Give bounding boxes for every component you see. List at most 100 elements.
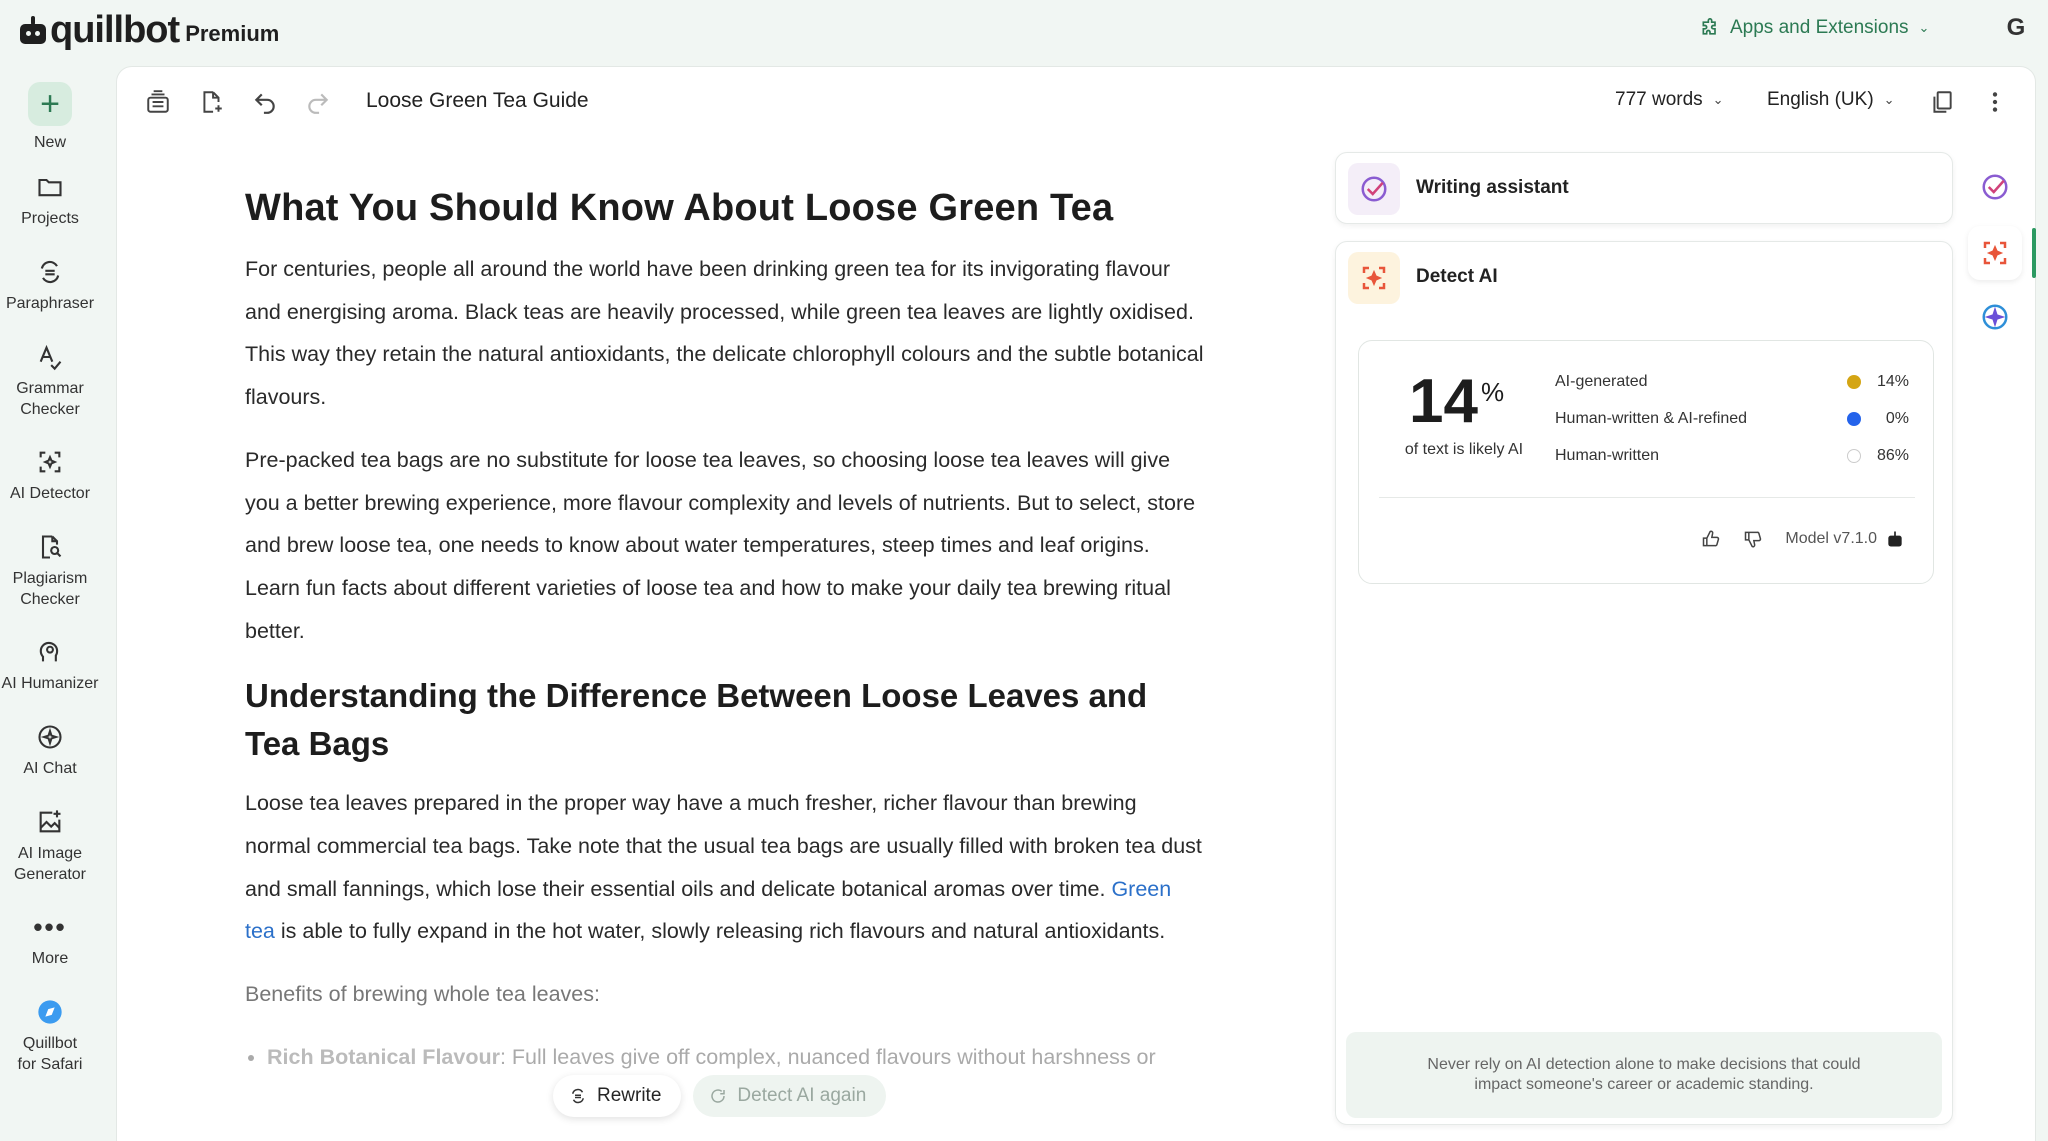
paraphraser-icon <box>35 257 65 287</box>
writing-assistant-card[interactable]: Writing assistant <box>1335 152 1953 224</box>
ai-score-label: of text is likely AI <box>1404 441 1524 458</box>
sidebar-item-label: Grammar Checker <box>16 380 84 418</box>
sidebar-item-paraphraser[interactable]: Paraphraser <box>0 257 100 314</box>
writing-assistant-icon <box>1348 163 1400 215</box>
plus-icon: + <box>28 82 72 126</box>
grammar-icon <box>35 342 65 372</box>
document-heading-1: What You Should Know About Loose Green T… <box>245 187 1114 229</box>
copy-icon[interactable] <box>1927 87 1957 117</box>
ai-score-card: 14 % of text is likely AI AI-generated 1… <box>1358 340 1934 584</box>
writing-assistant-icon <box>1982 174 2008 200</box>
legend-row-ai-generated: AI-generated 14% <box>1555 373 1909 390</box>
paragraph: Benefits of brewing whole tea leaves: <box>245 982 600 1007</box>
refresh-icon <box>711 1089 726 1103</box>
human-written-dot <box>1847 449 1861 463</box>
sidebar-item-new[interactable]: + New <box>0 82 100 153</box>
rewrite-button[interactable]: Rewrite <box>553 1075 682 1117</box>
document-heading-2: Understanding the Difference Between Loo… <box>245 677 1148 763</box>
rail-detect-ai-button[interactable] <box>1968 226 2022 280</box>
detect-ai-card: Detect AI 14 % of text is likely AI AI-g… <box>1335 241 1953 1125</box>
robot-icon <box>1888 531 1902 547</box>
sidebar-item-label: Projects <box>21 210 79 227</box>
ai-refined-dot <box>1847 412 1861 426</box>
sidebar-item-label: AI Detector <box>9 485 91 502</box>
new-document-icon[interactable] <box>197 87 227 117</box>
ai-detector-icon <box>35 447 65 477</box>
detect-ai-again-label: Detect AI again <box>737 1085 867 1106</box>
detect-ai-again-button[interactable]: Detect AI again <box>693 1075 887 1117</box>
document-title[interactable]: Loose Green Tea Guide <box>366 89 589 113</box>
paragraph: Pre-packed tea bags are no substitute fo… <box>245 447 1196 643</box>
ai-chat-icon <box>1982 304 2008 330</box>
safari-icon <box>35 997 65 1027</box>
rail-ai-chat-button[interactable] <box>1968 290 2022 344</box>
sidebar-item-quillbot-for-safari[interactable]: Quillbot for Safari <box>0 997 100 1075</box>
sidebar-item-ai-chat[interactable]: AI Chat <box>0 722 100 779</box>
sidebar-item-ai-image-generator[interactable]: AI Image Generator <box>0 807 100 885</box>
writing-assistant-title: Writing assistant <box>1416 177 1569 198</box>
ai-score-unit: % <box>1481 377 1505 407</box>
more-options-icon[interactable] <box>1980 87 2010 117</box>
sidebar-item-label: AI Chat <box>23 760 77 777</box>
sidebar-item-label: More <box>31 950 69 967</box>
chevron-down-icon: ⌄ <box>1918 20 1930 35</box>
ai-generated-dot <box>1847 375 1861 389</box>
sidebar-item-more[interactable]: ••• More <box>0 912 100 969</box>
benefits-list: Rich Botanical Flavour: Full leaves give… <box>267 1036 1205 1078</box>
feedback-row: Model v7.1.0 <box>1701 529 1905 549</box>
sidebar-item-plagiarism-checker[interactable]: Plagiarism Checker <box>0 532 100 610</box>
sidebar-item-projects[interactable]: Projects <box>0 172 100 229</box>
rewrite-icon <box>572 1088 584 1104</box>
chevron-down-icon: ⌄ <box>1883 92 1895 107</box>
logo-text: quillbot <box>50 9 180 51</box>
list-item: Rich Botanical Flavour: Full leaves give… <box>267 1036 1205 1078</box>
redo-icon[interactable] <box>303 87 333 117</box>
legend-row-human-written: Human-written 86% <box>1555 447 1909 464</box>
documents-icon[interactable] <box>143 87 173 117</box>
legend-row-ai-refined: Human-written & AI-refined 0% <box>1555 410 1909 427</box>
model-version: Model v7.1.0 <box>1785 529 1905 549</box>
word-count-dropdown[interactable]: 777 words ⌄ <box>1615 89 1724 111</box>
undo-icon[interactable] <box>250 87 280 117</box>
rail-active-indicator <box>2032 228 2036 278</box>
thumbs-up-icon[interactable] <box>1701 529 1721 549</box>
sidebar-item-label: New <box>33 134 66 151</box>
apps-and-extensions-button[interactable]: Apps and Extensions ⌄ <box>1700 12 1929 44</box>
premium-label: Premium <box>185 21 280 46</box>
paragraph: Loose tea leaves prepared in the proper … <box>245 791 1202 944</box>
language-dropdown[interactable]: English (UK) ⌄ <box>1767 89 1895 111</box>
rewrite-label: Rewrite <box>597 1085 662 1106</box>
ai-chat-icon <box>35 722 65 752</box>
quillbot-logo[interactable]: quillbot Premium <box>20 10 279 50</box>
ai-score-legend: AI-generated 14% Human-written & AI-refi… <box>1555 369 1909 480</box>
sidebar-item-label: AI Humanizer <box>1 675 99 692</box>
language-label: English (UK) <box>1767 89 1874 110</box>
puzzle-icon <box>1702 18 1716 35</box>
document-body[interactable]: What You Should Know About Loose Green T… <box>245 182 1205 1078</box>
sidebar-item-ai-detector[interactable]: AI Detector <box>0 447 100 504</box>
paragraph: For centuries, people all around the wor… <box>245 257 1204 410</box>
account-avatar[interactable]: G <box>2002 12 2030 44</box>
disclaimer-notice: Never rely on AI detection alone to make… <box>1346 1032 1942 1118</box>
detect-ai-icon <box>1348 252 1400 304</box>
detect-ai-title: Detect AI <box>1416 266 1498 287</box>
apps-label: Apps and Extensions <box>1730 17 1909 38</box>
editor-toolbar: Loose Green Tea Guide 777 words ⌄ Englis… <box>117 67 2035 139</box>
sidebar-item-label: AI Image Generator <box>13 845 87 883</box>
plagiarism-icon <box>35 532 65 562</box>
sidebar-item-label: Plagiarism Checker <box>12 570 88 608</box>
sidebar-item-label: Quillbot for Safari <box>17 1035 83 1073</box>
rail-writing-assistant-button[interactable] <box>1968 160 2022 214</box>
more-dots-icon: ••• <box>33 911 67 942</box>
sidebar-item-ai-humanizer[interactable]: AI Humanizer <box>0 637 100 694</box>
thumbs-down-icon[interactable] <box>1743 529 1763 549</box>
ai-score-value: 14 <box>1409 367 1478 436</box>
top-bar: quillbot Premium Apps and Extensions ⌄ G <box>0 0 2048 62</box>
sidebar-item-grammar-checker[interactable]: Grammar Checker <box>0 342 100 420</box>
detect-ai-icon <box>1983 241 2007 265</box>
folder-icon <box>35 172 65 202</box>
sidebar-item-label: Paraphraser <box>5 295 95 312</box>
chevron-down-icon: ⌄ <box>1712 92 1724 107</box>
word-count: 777 words <box>1615 89 1703 110</box>
image-generator-icon <box>35 807 65 837</box>
